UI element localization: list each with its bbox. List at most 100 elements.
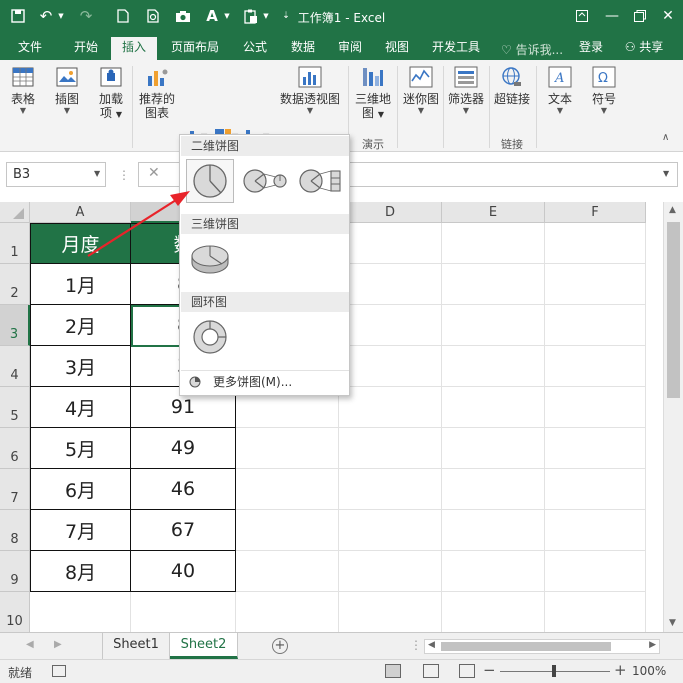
pie-chart-option[interactable] [186,159,234,203]
vertical-scroll-thumb[interactable] [667,222,680,398]
cell[interactable] [442,510,545,551]
month-cell[interactable]: 1月 [30,264,131,305]
cell[interactable] [545,223,646,264]
cell[interactable] [236,469,339,510]
cell[interactable] [545,469,646,510]
scroll-up-icon[interactable]: ▲ [669,205,676,215]
cell[interactable] [442,387,545,428]
more-pie-charts-item[interactable]: 更多饼图(M)... [181,370,349,392]
vertical-scrollbar[interactable]: ▲ ▼ [663,202,683,632]
tab-formulas[interactable]: 公式 [235,38,275,60]
column-header-d[interactable]: D [339,202,442,223]
cell[interactable] [545,305,646,346]
cell[interactable] [236,551,339,592]
cell[interactable] [442,346,545,387]
sheet-nav-next-icon[interactable]: ▶ [54,639,62,650]
name-box[interactable]: B3 [6,162,106,187]
symbol-button[interactable]: Ω 符号 ▼ [584,64,624,116]
cell[interactable] [442,223,545,264]
tab-file[interactable]: 文件 [10,38,50,60]
row-header-2[interactable]: 2 [0,264,30,305]
cell[interactable] [236,592,339,632]
add-sheet-icon[interactable]: + [272,638,288,654]
cell[interactable] [545,264,646,305]
ribbon-display-options-icon[interactable] [570,4,594,28]
minimize-icon[interactable]: — [600,4,624,28]
tab-review[interactable]: 审阅 [330,38,370,60]
cell[interactable] [339,510,442,551]
cell[interactable] [442,264,545,305]
cell[interactable] [339,592,442,632]
row-header-9[interactable]: 9 [0,551,30,592]
horizontal-scrollbar[interactable]: ◀ ▶ [424,639,660,654]
cell[interactable] [442,305,545,346]
tab-page-layout[interactable]: 页面布局 [164,38,226,60]
cell[interactable] [339,264,442,305]
tab-split-grip-icon[interactable]: ⋮ [410,638,422,652]
normal-view-icon[interactable] [385,664,401,678]
cell[interactable] [236,510,339,551]
row-header-10[interactable]: 10 [0,592,30,632]
row-header-8[interactable]: 8 [0,510,30,551]
tab-home[interactable]: 开始 [66,38,106,60]
cell[interactable] [339,551,442,592]
3d-pie-option[interactable] [186,237,234,281]
cell[interactable] [545,551,646,592]
cell[interactable] [442,551,545,592]
tell-me-search[interactable]: ♡ 告诉我... [501,41,563,58]
month-header-cell[interactable]: 月度 [30,223,131,264]
pie-of-pie-option[interactable] [240,159,290,203]
row-header-6[interactable]: 6 [0,428,30,469]
cell[interactable] [339,387,442,428]
month-cell[interactable]: 6月 [30,469,131,510]
expand-formula-bar-icon[interactable]: ▼ [663,169,669,178]
sheet-tab-sheet1[interactable]: Sheet1 [102,633,170,659]
scroll-right-icon[interactable]: ▶ [649,640,656,650]
slicer-button[interactable]: 筛选器 ▼ [446,64,486,116]
month-cell[interactable]: 2月 [30,305,131,346]
3d-map-button[interactable]: 三维地 图 ▼ [352,64,394,122]
scroll-left-icon[interactable]: ◀ [428,640,435,650]
row-header-3[interactable]: 3 [0,305,30,346]
row-header-4[interactable]: 4 [0,346,30,387]
text-button[interactable]: A 文本 ▼ [540,64,580,116]
hyperlink-button[interactable]: 超链接 [492,64,532,106]
close-icon[interactable]: ✕ [656,4,680,28]
cell[interactable] [131,592,236,632]
name-box-dropdown-icon[interactable]: ▼ [94,169,100,178]
value-cell[interactable]: 40 [131,551,236,592]
month-cell[interactable]: 8月 [30,551,131,592]
tab-developer[interactable]: 开发工具 [426,38,486,60]
cell[interactable] [545,387,646,428]
column-header-e[interactable]: E [442,202,545,223]
month-cell[interactable]: 7月 [30,510,131,551]
share-button[interactable]: ⚇ 共享 [614,38,674,60]
cell[interactable] [442,428,545,469]
cell[interactable] [339,346,442,387]
cell[interactable] [442,592,545,632]
cell[interactable] [545,428,646,469]
cell[interactable] [339,305,442,346]
tab-view[interactable]: 视图 [377,38,417,60]
column-header-f[interactable]: F [545,202,646,223]
zoom-out-icon[interactable]: − [483,661,496,679]
row-header-1[interactable]: 1 [0,223,30,264]
sheet-nav-prev-icon[interactable]: ◀ [26,639,34,650]
sign-in-link[interactable]: 登录 [574,38,608,60]
table-button[interactable]: 表格 ▼ [6,64,40,116]
scroll-down-icon[interactable]: ▼ [669,618,676,628]
cell[interactable] [545,510,646,551]
macro-recording-icon[interactable] [52,665,66,677]
value-cell[interactable]: 46 [131,469,236,510]
addins-button[interactable]: 加载 项 ▼ [94,64,128,122]
sheet-tab-sheet2[interactable]: Sheet2 [170,633,238,659]
month-cell[interactable]: 5月 [30,428,131,469]
cell[interactable] [545,346,646,387]
cell[interactable] [339,469,442,510]
cell[interactable] [339,428,442,469]
cell[interactable] [339,223,442,264]
zoom-level[interactable]: 100% [632,664,666,678]
cancel-entry-icon[interactable]: ✕ [148,165,160,181]
illustrations-button[interactable]: 插图 ▼ [50,64,84,116]
sparklines-button[interactable]: 迷你图 ▼ [400,64,442,116]
